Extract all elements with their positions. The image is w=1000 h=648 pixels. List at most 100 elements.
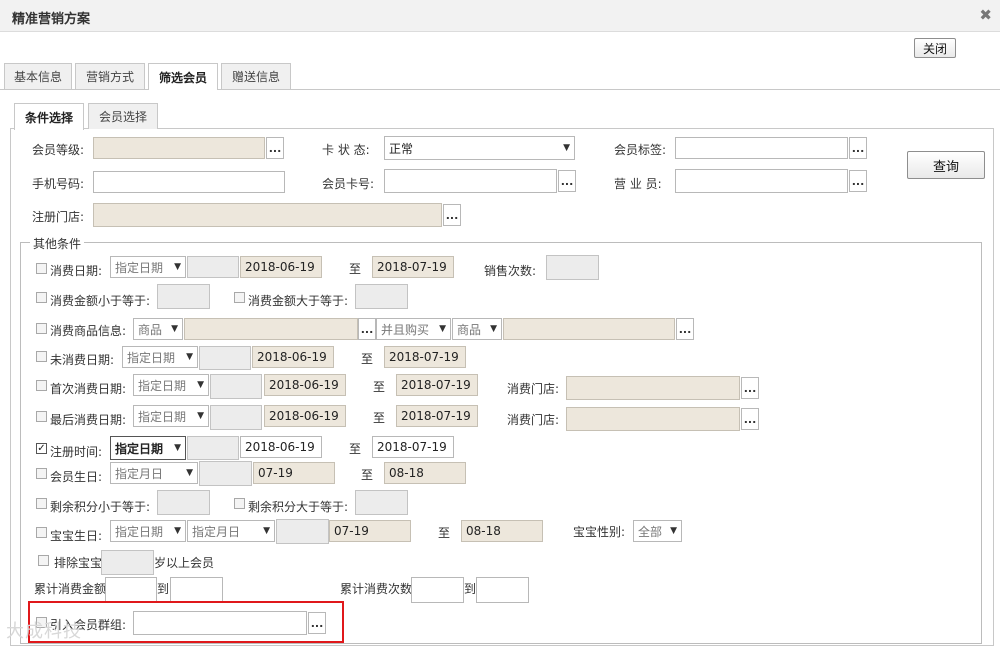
birthday-from-input[interactable]: 07-19: [253, 462, 335, 484]
points-lte-checkbox[interactable]: [36, 498, 47, 509]
tab-condition-select[interactable]: 条件选择: [14, 103, 84, 130]
clerk-label: 营 业 员:: [614, 177, 662, 191]
register-time-to-input[interactable]: 2018-07-19: [372, 436, 454, 458]
exclude-baby-checkbox[interactable]: [38, 555, 49, 566]
baby-birthday-checkbox[interactable]: [36, 527, 47, 538]
last-consume-to-input[interactable]: 2018-07-19: [396, 405, 478, 427]
member-level-label: 会员等级:: [32, 143, 85, 157]
clerk-picker-button[interactable]: ...: [849, 170, 867, 192]
consume-date-to-input[interactable]: 2018-07-19: [372, 256, 454, 278]
tab-gift-info[interactable]: 赠送信息: [221, 63, 291, 89]
sale-times-input[interactable]: [546, 255, 599, 280]
birthday-mode-select[interactable]: 指定月日 ▼: [110, 462, 198, 484]
first-consume-checkbox[interactable]: [36, 380, 47, 391]
card-number-input[interactable]: [384, 169, 557, 193]
no-consume-from-input[interactable]: 2018-06-19: [252, 346, 334, 368]
points-gte-input[interactable]: [355, 490, 408, 515]
phone-input[interactable]: [93, 171, 285, 193]
first-consume-store-picker-button[interactable]: ...: [741, 377, 759, 399]
last-consume-store-input[interactable]: [566, 407, 740, 431]
goods-relation-select[interactable]: 并且购买 ▼: [376, 318, 451, 340]
amount-lte-input[interactable]: [157, 284, 210, 309]
chevron-down-icon: ▼: [563, 143, 570, 153]
first-consume-store-input[interactable]: [566, 376, 740, 400]
birthday-checkbox[interactable]: [36, 468, 47, 479]
member-level-input[interactable]: [93, 137, 265, 159]
first-consume-mode-value: 指定日期: [138, 378, 187, 393]
last-consume-mode-select[interactable]: 指定日期 ▼: [133, 405, 209, 427]
card-number-picker-button[interactable]: ...: [558, 170, 576, 192]
exclude-baby-label: 排除宝宝: [54, 556, 103, 570]
consume-date-mode-select[interactable]: 指定日期 ▼: [110, 256, 186, 278]
consume-date-checkbox[interactable]: [36, 263, 47, 274]
query-button[interactable]: 查询: [907, 151, 985, 179]
goods-checkbox[interactable]: [36, 323, 47, 334]
register-time-from-input[interactable]: 2018-06-19: [240, 436, 322, 458]
tab-marketing-method[interactable]: 营销方式: [75, 63, 145, 89]
tab-filter-members[interactable]: 筛选会员: [148, 63, 218, 90]
exclude-baby-age-input[interactable]: [101, 550, 154, 575]
member-tag-picker-button[interactable]: ...: [849, 137, 867, 159]
amount-gte-checkbox[interactable]: [234, 292, 245, 303]
register-store-input[interactable]: [93, 203, 442, 227]
total-amount-label: 累计消费金额: [34, 582, 107, 596]
baby-birthday-extra-input[interactable]: [276, 519, 329, 544]
no-consume-checkbox[interactable]: [36, 351, 47, 362]
close-button[interactable]: 关闭: [914, 38, 956, 58]
birthday-label: 会员生日:: [50, 470, 103, 484]
total-times-label: 累计消费次数: [340, 582, 413, 596]
birthday-to-input[interactable]: 08-18: [384, 462, 466, 484]
points-gte-label: 剩余积分大于等于:: [248, 500, 349, 514]
total-amount-to-input[interactable]: [170, 577, 223, 603]
total-amount-from-input[interactable]: [105, 577, 157, 603]
member-tag-input[interactable]: [675, 137, 848, 159]
tab-member-select[interactable]: 会员选择: [88, 103, 158, 129]
first-consume-mode-select[interactable]: 指定日期 ▼: [133, 374, 209, 396]
goods-relation-value: 并且购买: [381, 322, 430, 337]
chevron-down-icon: ▼: [174, 526, 181, 536]
goods-label: 消费商品信息:: [50, 324, 127, 338]
no-consume-label: 未消费日期:: [50, 353, 115, 367]
consume-date-from-input[interactable]: 2018-06-19: [240, 256, 322, 278]
goods-picker-button[interactable]: ...: [358, 318, 376, 340]
baby-gender-select[interactable]: 全部 ▼: [633, 520, 682, 542]
baby-birthday-mode1-select[interactable]: 指定日期 ▼: [110, 520, 186, 542]
register-store-picker-button[interactable]: ...: [443, 204, 461, 226]
no-consume-extra-input[interactable]: [199, 346, 251, 370]
register-time-mode-select[interactable]: 指定日期 ▼: [110, 436, 186, 460]
amount-gte-input[interactable]: [355, 284, 408, 309]
last-consume-from-input[interactable]: 2018-06-19: [264, 405, 346, 427]
card-state-select[interactable]: 正常 ▼: [384, 136, 575, 160]
points-lte-input[interactable]: [157, 490, 210, 515]
no-consume-to-input[interactable]: 2018-07-19: [384, 346, 466, 368]
last-consume-extra-input[interactable]: [210, 405, 262, 430]
goods-type-select[interactable]: 商品 ▼: [133, 318, 183, 340]
goods2-picker-button[interactable]: ...: [676, 318, 694, 340]
consume-date-extra-input[interactable]: [187, 256, 239, 278]
first-consume-from-input[interactable]: 2018-06-19: [264, 374, 346, 396]
member-level-picker-button[interactable]: ...: [266, 137, 284, 159]
goods-input[interactable]: [184, 318, 358, 340]
baby-birthday-from-input[interactable]: 07-19: [329, 520, 411, 542]
close-icon[interactable]: ✖: [979, 6, 992, 24]
register-time-extra-input[interactable]: [187, 436, 239, 460]
title-bar: 精准营销方案 ✖: [0, 0, 1000, 32]
baby-birthday-label: 宝宝生日:: [50, 529, 103, 543]
register-time-checkbox[interactable]: ✓: [36, 443, 47, 454]
points-gte-checkbox[interactable]: [234, 498, 245, 509]
goods2-input[interactable]: [503, 318, 675, 340]
total-times-to-input[interactable]: [476, 577, 529, 603]
first-consume-to-input[interactable]: 2018-07-19: [396, 374, 478, 396]
last-consume-store-picker-button[interactable]: ...: [741, 408, 759, 430]
baby-birthday-to-input[interactable]: 08-18: [461, 520, 543, 542]
baby-birthday-mode2-select[interactable]: 指定月日 ▼: [187, 520, 275, 542]
total-times-from-input[interactable]: [411, 577, 464, 603]
birthday-extra-input[interactable]: [199, 461, 252, 486]
goods-type2-select[interactable]: 商品 ▼: [452, 318, 502, 340]
no-consume-mode-select[interactable]: 指定日期 ▼: [122, 346, 198, 368]
last-consume-checkbox[interactable]: [36, 411, 47, 422]
first-consume-extra-input[interactable]: [210, 374, 262, 399]
amount-lte-checkbox[interactable]: [36, 292, 47, 303]
tab-basic-info[interactable]: 基本信息: [4, 63, 72, 89]
clerk-input[interactable]: [675, 169, 848, 193]
